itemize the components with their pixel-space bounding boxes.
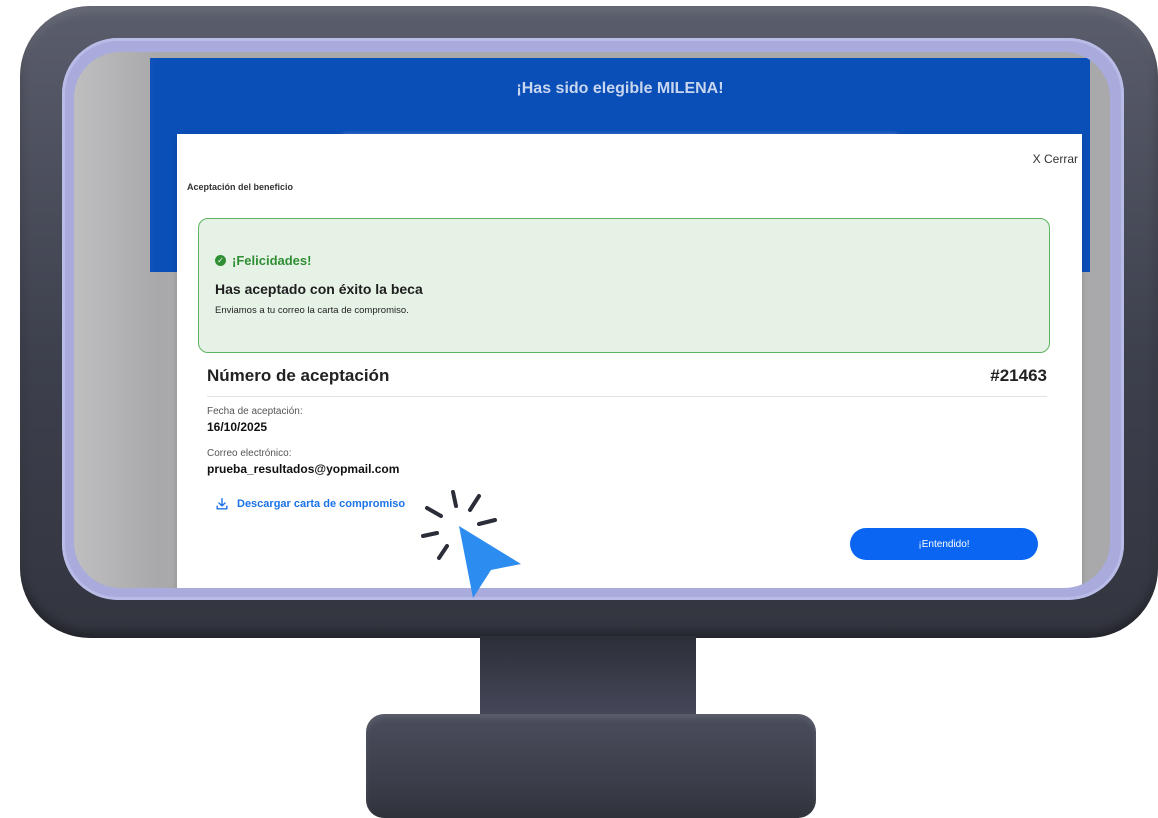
modal-title: Aceptación del beneficio xyxy=(187,182,294,192)
download-letter-link[interactable]: Descargar carta de compromiso xyxy=(215,497,405,511)
close-button[interactable]: X Cerrar xyxy=(1033,152,1078,166)
success-message: Enviamos a tu correo la carta de comprom… xyxy=(215,305,409,316)
page-header-title: ¡Has sido elegible MILENA! xyxy=(516,80,724,97)
check-circle-icon: ✓ xyxy=(215,255,226,266)
download-letter-text: Descargar carta de compromiso xyxy=(237,498,406,510)
success-alert: ✓ ¡Felicidades! Has aceptado con éxito l… xyxy=(198,218,1050,353)
acceptance-number-label: Número de aceptación xyxy=(207,366,390,385)
acceptance-number-value: #21463 xyxy=(990,366,1047,385)
acceptance-modal: X Cerrar Aceptación del beneficio ✓ ¡Fel… xyxy=(177,134,1082,588)
date-label: Fecha de aceptación: xyxy=(207,406,303,417)
date-value: 16/10/2025 xyxy=(207,420,268,434)
success-heading-text: ¡Felicidades! xyxy=(232,253,312,268)
pointer-cursor-icon xyxy=(421,490,521,598)
download-icon xyxy=(216,498,228,510)
email-label: Correo electrónico: xyxy=(207,448,292,459)
success-heading: ✓ ¡Felicidades! xyxy=(215,253,311,268)
understood-button[interactable]: ¡Entendido! xyxy=(850,528,1038,560)
monitor-screen: ¡Has sido elegible MILENA! X Cerrar Acep… xyxy=(74,52,1110,588)
monitor-stand-neck xyxy=(480,636,696,716)
acceptance-number-row: Número de aceptación #21463 xyxy=(207,362,1047,397)
email-value: prueba_resultados@yopmail.com xyxy=(207,462,400,476)
success-title: Has aceptado con éxito la beca xyxy=(215,281,423,297)
monitor-stand-base xyxy=(366,714,816,818)
